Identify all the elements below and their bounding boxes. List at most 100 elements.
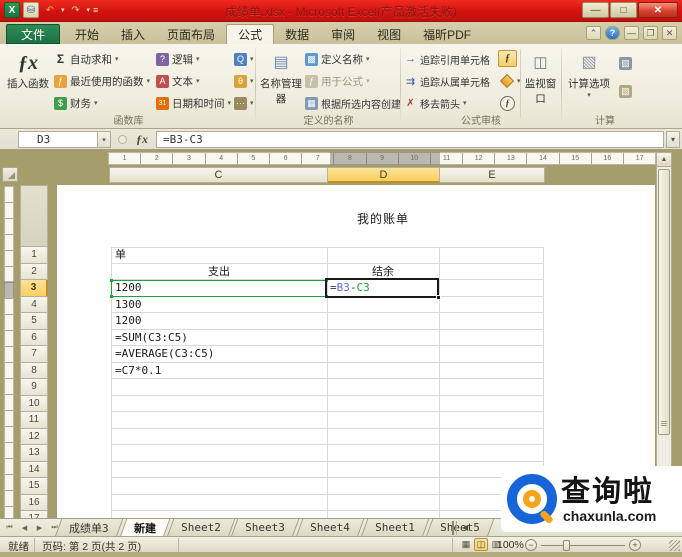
cell-C1[interactable]: 单 xyxy=(115,247,126,263)
close-button[interactable]: ✕ xyxy=(638,2,678,18)
tab-福昕PDF[interactable]: 福昕PDF xyxy=(412,24,482,44)
tab-页面布局[interactable]: 页面布局 xyxy=(156,24,226,44)
select-all-corner[interactable] xyxy=(2,167,18,182)
tab-文件[interactable]: 文件 xyxy=(6,24,61,44)
trace-precedents-button[interactable]: → 追踪引用单元格 xyxy=(404,50,490,68)
first-sheet-icon[interactable]: ⏮ xyxy=(4,521,15,534)
row-header-8[interactable]: 8 xyxy=(20,362,48,379)
cell-C5[interactable]: 1200 xyxy=(115,313,142,329)
cell-C8[interactable]: =C7*0.1 xyxy=(115,363,161,379)
help-icon[interactable]: ? xyxy=(605,26,620,40)
insert-function-button[interactable]: ƒx 插入函数 xyxy=(6,48,50,120)
sheet-tab-Sheet1[interactable]: Sheet1 xyxy=(360,519,429,537)
row-header-9[interactable]: 9 xyxy=(20,379,48,396)
row-header-5[interactable]: 5 xyxy=(20,313,48,330)
show-formulas-button[interactable]: ƒ xyxy=(498,49,517,67)
evaluate-formula-button[interactable]: ƒ xyxy=(500,94,515,112)
row-header-15[interactable]: 15 xyxy=(20,478,48,495)
prev-sheet-icon[interactable]: ◀ xyxy=(19,521,30,534)
expand-formula-bar-icon[interactable]: ▾ xyxy=(666,131,680,148)
row-header-6[interactable]: 6 xyxy=(20,329,48,346)
calculate-now-button[interactable]: ▧ xyxy=(619,54,632,72)
normal-view-icon[interactable]: ▦ xyxy=(459,538,473,551)
page-layout-view-icon[interactable]: ◫ xyxy=(474,538,488,551)
financial-button[interactable]: $ 财务 ▾ xyxy=(54,94,98,112)
column-header-C[interactable]: C xyxy=(109,167,328,183)
column-header-D[interactable]: D xyxy=(328,167,440,183)
maximize-button[interactable]: □ xyxy=(610,2,637,18)
formula-input[interactable]: =B3-C3 xyxy=(156,131,664,148)
sheet-tab-新建[interactable]: 新建 xyxy=(119,519,170,537)
row-header-14[interactable]: 14 xyxy=(20,461,48,478)
remove-arrows-button[interactable]: ✗ 移去箭头 ▾ xyxy=(404,94,466,112)
workbook-close-icon[interactable]: ✕ xyxy=(662,26,677,40)
name-box-dropdown-arrow[interactable]: ▾ xyxy=(98,131,111,148)
logical-button[interactable]: ? 逻辑 ▾ xyxy=(156,50,200,68)
cell-C4[interactable]: 1300 xyxy=(115,297,142,313)
sheet-tab-Sheet2[interactable]: Sheet2 xyxy=(166,519,235,537)
watch-window-button[interactable]: ◫ 监视窗口 xyxy=(520,48,560,120)
calculation-options-button[interactable]: ▧ 计算选项 ▾ xyxy=(565,48,613,120)
trace-dependents-button[interactable]: ⇉ 追踪从属单元格 xyxy=(404,72,490,90)
tab-插入[interactable]: 插入 xyxy=(110,24,156,44)
zoom-slider-track[interactable] xyxy=(541,545,625,546)
undo-dropdown-arrow[interactable]: ▾ xyxy=(61,6,65,14)
column-header-E[interactable]: E xyxy=(440,167,545,183)
lookup-reference-button[interactable]: Q ▾ xyxy=(234,50,254,68)
collapse-ribbon-icon[interactable]: ⌃ xyxy=(586,26,601,40)
row-header-2[interactable]: 2 xyxy=(20,263,48,280)
name-box[interactable]: D3 xyxy=(18,131,98,148)
create-from-selection-button[interactable]: ▦ 根据所选内容创建 xyxy=(305,94,401,112)
zoom-out-icon[interactable]: − xyxy=(525,539,537,551)
cell-C6[interactable]: =SUM(C3:C5) xyxy=(115,330,188,346)
error-checking-button[interactable]: ▾ xyxy=(499,72,521,90)
row-header-10[interactable]: 10 xyxy=(20,395,48,412)
row-header-7[interactable]: 7 xyxy=(20,346,48,363)
calculate-sheet-button[interactable]: ▧ xyxy=(619,82,632,100)
sheet-tab-Sheet5[interactable]: Sheet5 xyxy=(425,519,494,537)
workbook-restore-icon[interactable]: ❐ xyxy=(643,26,658,40)
minimize-button[interactable]: — xyxy=(582,2,609,18)
customize-qat-arrow[interactable]: ≡ xyxy=(93,5,98,15)
fill-handle[interactable] xyxy=(436,295,441,300)
recent-functions-button[interactable]: ƒ 最近使用的函数 ▾ xyxy=(54,72,150,90)
tab-数据[interactable]: 数据 xyxy=(274,24,320,44)
row-header-13[interactable]: 13 xyxy=(20,445,48,462)
cell-C7[interactable]: =AVERAGE(C3:C5) xyxy=(115,346,214,362)
cell-D3[interactable]: =B3-C3 xyxy=(330,280,370,296)
sheet-tab-成绩单3[interactable]: 成绩单3 xyxy=(54,519,123,537)
autosum-button[interactable]: Σ 自动求和 ▾ xyxy=(54,50,119,68)
zoom-in-icon[interactable]: + xyxy=(629,539,641,551)
row-header-3[interactable]: 3 xyxy=(20,280,48,297)
next-sheet-icon[interactable]: ▶ xyxy=(34,521,45,534)
cell-C2[interactable]: 支出 xyxy=(111,264,327,280)
scroll-up-icon[interactable]: ▲ xyxy=(657,153,671,167)
tab-splitter[interactable] xyxy=(452,521,457,535)
more-functions-button[interactable]: ⋯ ▾ xyxy=(234,94,254,112)
sheet-tab-Sheet4[interactable]: Sheet4 xyxy=(295,519,365,537)
row-header-4[interactable]: 4 xyxy=(20,296,48,313)
row-header-1[interactable]: 1 xyxy=(20,247,48,264)
define-name-button[interactable]: ▩ 定义名称 ▾ xyxy=(305,50,370,68)
save-button[interactable]: ⛁ xyxy=(23,2,39,18)
date-time-button[interactable]: 31 日期和时间 ▾ xyxy=(156,94,231,112)
tab-公式[interactable]: 公式 xyxy=(226,24,275,44)
resize-grip[interactable] xyxy=(669,540,680,551)
undo-button[interactable]: ↶ xyxy=(42,2,58,18)
workbook-minimize-icon[interactable]: — xyxy=(624,26,639,40)
text-button[interactable]: A 文本 ▾ xyxy=(156,72,200,90)
row-header-16[interactable]: 16 xyxy=(20,494,48,511)
scrollbar-thumb[interactable] xyxy=(658,169,670,435)
row-header-17[interactable]: 17 xyxy=(20,511,48,518)
tab-视图[interactable]: 视图 xyxy=(366,24,412,44)
row-header-11[interactable]: 11 xyxy=(20,412,48,429)
vertical-scrollbar[interactable]: ▲ xyxy=(656,152,672,516)
tab-审阅[interactable]: 审阅 xyxy=(320,24,366,44)
row-header-12[interactable]: 12 xyxy=(20,428,48,445)
name-manager-button[interactable]: ▤ 名称管理器 xyxy=(259,48,303,120)
zoom-slider-thumb[interactable] xyxy=(563,540,570,551)
tab-开始[interactable]: 开始 xyxy=(64,24,110,44)
sheet-tab-Sheet3[interactable]: Sheet3 xyxy=(231,519,300,537)
zoom-level[interactable]: 100% xyxy=(497,539,524,551)
math-trig-button[interactable]: θ ▾ xyxy=(234,72,254,90)
